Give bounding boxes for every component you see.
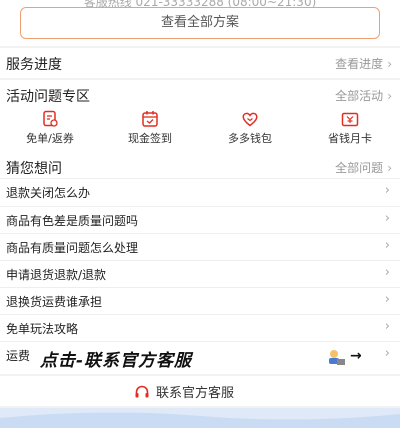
chevron-right-icon: › <box>387 89 392 103</box>
faq-title: 猜您想问 <box>6 161 62 177</box>
service-progress-header[interactable]: 服务进度 查看进度 › <box>0 48 400 78</box>
faq-row[interactable]: 免单玩法攻略 › <box>0 314 400 341</box>
activity-label: 现金签到 <box>128 132 172 145</box>
coupon-icon <box>43 110 58 127</box>
activity-label: 省钱月卡 <box>328 132 372 145</box>
faq-question: 退换货运费谁承担 <box>6 295 103 309</box>
arrow-right-icon: → <box>350 348 362 364</box>
activity-section: 活动问题专区 全部活动 › 免单/返券 现金签到 多多钱包 省钱月卡 <box>0 80 400 158</box>
view-progress-label: 查看进度 <box>335 57 384 71</box>
faq-row[interactable]: 退换货运费谁承担 › <box>0 287 400 314</box>
chevron-right-icon: › <box>387 57 392 71</box>
service-progress-title: 服务进度 <box>6 57 62 73</box>
contact-label: 联系官方客服 <box>156 386 235 401</box>
view-all-plans-button[interactable]: 查看全部方案 <box>20 7 380 39</box>
activity-item-cash-checkin[interactable]: 现金签到 <box>100 110 200 158</box>
chevron-right-icon: › <box>387 161 392 175</box>
person-at-desk-icon <box>329 350 345 365</box>
faq-question: 商品有质量问题怎么处理 <box>6 241 139 255</box>
faq-question: 退款关闭怎么办 <box>6 186 91 200</box>
all-questions-link[interactable]: 全部问题 › <box>335 159 392 176</box>
top-card: 客服热线 021-33333288 (08:00~21:30) 查看全部方案 <box>0 0 400 46</box>
headset-icon <box>135 385 149 398</box>
chevron-right-icon: › <box>384 238 390 253</box>
faq-question: 商品有色差是质量问题吗 <box>6 214 139 228</box>
faq-row[interactable]: 退款关闭怎么办 › <box>0 178 400 205</box>
activity-label: 免单/返券 <box>26 132 74 145</box>
calendar-icon <box>142 111 158 127</box>
all-questions-label: 全部问题 <box>335 161 384 175</box>
faq-row[interactable]: 商品有质量问题怎么处理 › <box>0 233 400 260</box>
activity-label: 多多钱包 <box>228 132 272 145</box>
faq-row[interactable]: 商品有色差是质量问题吗 › <box>0 206 400 233</box>
faq-question: 运费 <box>6 349 31 363</box>
activity-header: 活动问题专区 全部活动 › <box>0 80 400 110</box>
faq-question: 申请退货退款/退款 <box>6 268 107 282</box>
activity-title: 活动问题专区 <box>6 89 90 105</box>
activity-item-coupon[interactable]: 免单/返券 <box>0 110 100 158</box>
contact-bar: 联系官方客服 <box>0 376 400 406</box>
chevron-right-icon: › <box>384 292 390 307</box>
view-progress-link[interactable]: 查看进度 › <box>335 55 392 72</box>
card-icon <box>341 112 359 127</box>
activity-grid: 免单/返券 现金签到 多多钱包 省钱月卡 <box>0 110 400 158</box>
all-activities-label: 全部活动 <box>335 89 384 103</box>
chevron-right-icon: › <box>384 211 390 226</box>
contact-official-support-button[interactable]: 联系官方客服 <box>134 382 274 402</box>
activity-item-monthly-card[interactable]: 省钱月卡 <box>300 110 400 158</box>
chevron-right-icon: › <box>384 319 390 334</box>
chevron-right-icon: › <box>384 183 390 198</box>
overlay-text: 点击-联系官方客服 <box>40 351 193 371</box>
faq-row[interactable]: 申请退货退款/退款 › <box>0 260 400 287</box>
bottom-decoration <box>0 408 400 428</box>
chevron-right-icon: › <box>384 265 390 280</box>
service-progress-section[interactable]: 服务进度 查看进度 › <box>0 48 400 78</box>
chevron-right-icon: › <box>384 346 390 361</box>
faq-section: 猜您想问 全部问题 › 退款关闭怎么办 › 商品有色差是质量问题吗 › 商品有质量… <box>0 152 400 374</box>
overlay-annotation: 点击-联系官方客服 → <box>40 346 370 374</box>
all-activities-link[interactable]: 全部活动 › <box>335 87 392 104</box>
faq-question: 免单玩法攻略 <box>6 322 79 336</box>
activity-item-wallet[interactable]: 多多钱包 <box>200 110 300 158</box>
wallet-heart-icon <box>242 112 258 127</box>
